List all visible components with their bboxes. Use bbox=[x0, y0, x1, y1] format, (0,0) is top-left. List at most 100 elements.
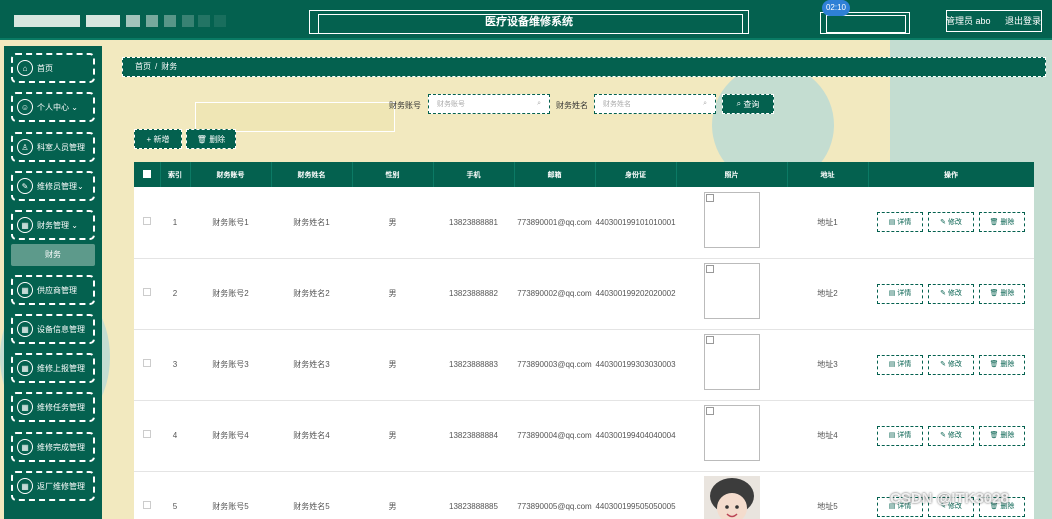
account-search-input[interactable]: 财务账号 ⌕ bbox=[428, 94, 550, 114]
sidebar-item-task[interactable]: ▦ 维修任务管理 bbox=[11, 392, 95, 422]
edit-icon: ✎ bbox=[940, 361, 948, 368]
sidebar-item-repairer[interactable]: ✎ 维修员管理 ⌄ bbox=[11, 171, 95, 201]
delete-label: 删除 bbox=[1000, 361, 1015, 368]
row-checkbox[interactable] bbox=[143, 288, 151, 296]
address-cell: 地址1 bbox=[787, 187, 868, 259]
user-icon: ☺ bbox=[17, 99, 33, 115]
account-cell: 财务账号4 bbox=[190, 400, 271, 472]
bg-deco-box bbox=[195, 102, 395, 132]
sidebar-item-label: 科室人员管理 bbox=[37, 142, 85, 152]
edit-label: 修改 bbox=[947, 290, 962, 297]
select-all-checkbox[interactable] bbox=[142, 169, 151, 178]
row-checkbox[interactable] bbox=[143, 216, 151, 225]
email-cell: 773890005@qq.com bbox=[514, 471, 595, 519]
column-header: 身份证 bbox=[595, 162, 677, 187]
delete-button[interactable]: 🗑 删除 bbox=[979, 283, 1025, 304]
detail-icon: ▤ bbox=[888, 361, 898, 368]
edit-icon: ✎ bbox=[940, 432, 948, 439]
sidebar-item-label: 维修员管理 bbox=[37, 181, 77, 191]
row-checkbox[interactable] bbox=[143, 430, 151, 438]
detail-button[interactable]: ▤ 详情 bbox=[877, 425, 923, 446]
sidebar-item-label: 供应商管理 bbox=[37, 285, 77, 295]
breadcrumb-separator: / bbox=[155, 62, 158, 71]
email-cell: 773890003@qq.com bbox=[514, 329, 595, 401]
gender-cell: 男 bbox=[352, 400, 433, 472]
grid-icon: ▦ bbox=[17, 360, 33, 376]
sidebar-subitem-finance[interactable]: 财务 bbox=[11, 244, 95, 266]
phone-cell: 13823888882 bbox=[433, 258, 514, 330]
sidebar-item-return[interactable]: ▦ 返厂维修管理 bbox=[11, 471, 95, 501]
header-deco bbox=[14, 15, 80, 27]
delete-button[interactable]: 🗑 删除 bbox=[979, 212, 1025, 233]
sidebar-item-label: 维修上报管理 bbox=[37, 363, 85, 373]
wrench-icon: ✎ bbox=[17, 178, 33, 194]
detail-label: 详情 bbox=[897, 361, 912, 368]
sidebar-item-report[interactable]: ▦ 维修上报管理 bbox=[11, 353, 95, 383]
index-cell: 4 bbox=[160, 400, 190, 472]
address-cell: 地址5 bbox=[787, 471, 868, 519]
edit-button[interactable]: ✎ 修改 bbox=[928, 283, 974, 304]
add-button[interactable]: + 新增 bbox=[134, 129, 182, 149]
column-header: 照片 bbox=[676, 162, 788, 187]
select-cell[interactable] bbox=[134, 400, 160, 472]
batch-delete-button[interactable]: 🗑 删除 bbox=[186, 129, 236, 149]
detail-button[interactable]: ▤ 详情 bbox=[877, 283, 923, 304]
email-cell: 773890004@qq.com bbox=[514, 400, 595, 472]
sidebar-item-home[interactable]: ⌂ 首页 bbox=[11, 53, 95, 83]
column-header: 财务姓名 bbox=[271, 162, 353, 187]
header-deco bbox=[214, 15, 226, 27]
gender-cell: 男 bbox=[352, 187, 433, 259]
name-cell: 财务姓名1 bbox=[271, 187, 352, 259]
header-deco bbox=[198, 15, 210, 27]
table-row: 3 财务账号3 财务姓名3 男 13823888883 773890003@qq.com 4… bbox=[134, 329, 1034, 401]
detail-button[interactable]: ▤ 详情 bbox=[877, 354, 923, 375]
delete-button[interactable]: 🗑 删除 bbox=[979, 425, 1025, 446]
header-deco bbox=[146, 15, 158, 27]
edit-button[interactable]: ✎ 修改 bbox=[928, 425, 974, 446]
time-badge: 02:10 bbox=[822, 0, 850, 16]
address-cell: 地址4 bbox=[787, 400, 868, 472]
sidebar-item-staff[interactable]: ♙ 科室人员管理 bbox=[11, 132, 95, 162]
edit-button[interactable]: ✎ 修改 bbox=[928, 354, 974, 375]
sidebar-item-device[interactable]: ▦ 设备信息管理 bbox=[11, 314, 95, 344]
top-header: 医疗设备维修系统 02:10 管理员 abo 退出登录 bbox=[0, 0, 1052, 40]
name-search-input[interactable]: 财务姓名 ⌕ bbox=[594, 94, 716, 114]
ops-cell: ▤ 详情 ✎ 修改 🗑 删除 bbox=[868, 329, 1034, 401]
sidebar-item-profile[interactable]: ☺ 个人中心 ⌄ bbox=[11, 92, 95, 122]
breadcrumb-home[interactable]: 首页 bbox=[135, 62, 151, 71]
broken-image-icon bbox=[705, 407, 714, 415]
chevron-down-icon: ⌄ bbox=[69, 220, 78, 230]
select-cell[interactable] bbox=[134, 187, 160, 259]
grid-icon: ▦ bbox=[17, 478, 33, 494]
delete-button[interactable]: 🗑 删除 bbox=[979, 354, 1025, 375]
sidebar-item-complete[interactable]: ▦ 维修完成管理 bbox=[11, 432, 95, 462]
delete-button-label: 删除 bbox=[209, 134, 226, 144]
select-all-cell[interactable] bbox=[134, 162, 161, 187]
edit-button[interactable]: ✎ 修改 bbox=[928, 212, 974, 233]
sidebar-item-label: 个人中心 bbox=[37, 102, 69, 112]
app-title: 医疗设备维修系统 bbox=[485, 16, 573, 28]
user-name: 管理员 abo bbox=[946, 16, 991, 26]
ops-cell: ▤ 详情 ✎ 修改 🗑 删除 bbox=[868, 187, 1034, 259]
sidebar-item-supplier[interactable]: ▦ 供应商管理 bbox=[11, 275, 95, 305]
logout-link[interactable]: 退出登录 bbox=[1005, 10, 1041, 32]
photo-cell bbox=[676, 471, 787, 519]
row-checkbox[interactable] bbox=[143, 359, 151, 367]
phone-cell: 13823888884 bbox=[433, 400, 514, 472]
sidebar-item-label: 财务管理 bbox=[37, 220, 69, 230]
delete-label: 删除 bbox=[1000, 432, 1015, 439]
detail-button[interactable]: ▤ 详情 bbox=[877, 212, 923, 233]
detail-label: 详情 bbox=[897, 218, 912, 226]
index-cell: 2 bbox=[160, 258, 190, 330]
name-label: 财务姓名 bbox=[556, 101, 588, 110]
select-cell[interactable] bbox=[134, 329, 160, 401]
detail-icon: ▤ bbox=[888, 432, 898, 439]
trash-icon: 🗑 bbox=[989, 432, 1001, 439]
sidebar-item-finance[interactable]: ▦ 财务管理 ⌄ bbox=[11, 210, 95, 240]
row-checkbox[interactable] bbox=[143, 501, 151, 509]
address-cell: 地址2 bbox=[787, 258, 868, 330]
select-cell[interactable] bbox=[134, 258, 160, 330]
query-button[interactable]: ⌕ 查询 bbox=[722, 94, 774, 114]
edit-icon: ✎ bbox=[940, 290, 948, 297]
select-cell[interactable] bbox=[134, 471, 160, 519]
